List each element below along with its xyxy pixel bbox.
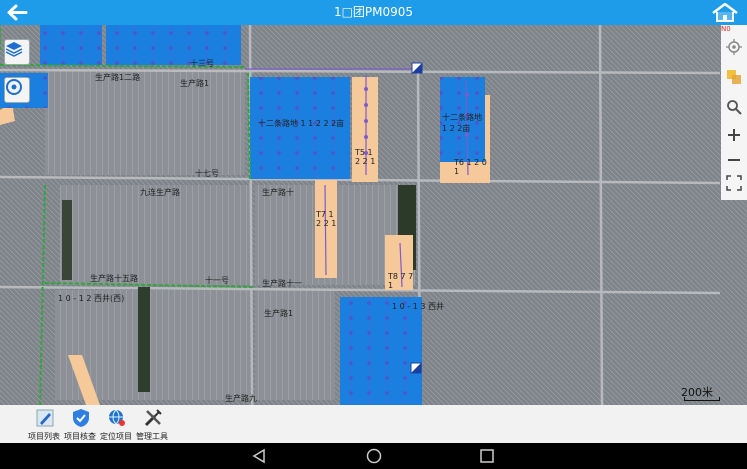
well-label: T6 1 2 0 1 xyxy=(454,158,487,176)
zoom-out-icon[interactable] xyxy=(724,150,744,170)
map-label: 生产路1 xyxy=(264,309,294,318)
field-label: 十二条路地 1 2 2亩 xyxy=(442,113,482,133)
map-label: 九连生产路 xyxy=(140,188,180,197)
management-tools-button[interactable]: 管理工具 xyxy=(134,407,170,443)
field-label: 十二条路地 1 1 2 2 2亩 xyxy=(258,119,345,128)
nav-recents-icon[interactable] xyxy=(478,447,496,465)
map-label: 生产路1二路 xyxy=(95,73,141,82)
nav-home-icon[interactable] xyxy=(365,447,383,465)
bottom-toolbar: 项目列表 项目核查 定位项目 管理工具 xyxy=(0,405,747,443)
map-view[interactable]: 生产路1二路 生产路1 十三号 十二条路地 1 1 2 2 2亩 十二条路地 1… xyxy=(0,25,747,405)
map-label: 生产路九 xyxy=(225,394,257,403)
pen-icon xyxy=(34,407,56,429)
project-check-button[interactable]: 项目核查 xyxy=(62,407,98,443)
map-label: 十三号 xyxy=(190,59,214,68)
well-label: T5 1 2 2 1 xyxy=(355,148,376,166)
top-bar: 1□团PM0905 xyxy=(0,0,747,25)
map-label: 生产路十一 xyxy=(262,279,302,288)
map-settings-button[interactable] xyxy=(4,77,30,103)
fullscreen-icon[interactable] xyxy=(724,173,744,193)
search-icon[interactable] xyxy=(724,97,744,117)
map-label: 1 0 - 1 2 西井(西) xyxy=(58,294,125,303)
tools-icon xyxy=(142,407,164,429)
project-list-button[interactable]: 项目列表 xyxy=(26,407,62,443)
shield-check-icon xyxy=(70,407,92,429)
zoom-in-icon[interactable] xyxy=(724,125,744,145)
well-label: T7 1 2 2 1 xyxy=(316,210,337,228)
system-nav-bar xyxy=(0,443,747,469)
well-label: T8 7 7 1 xyxy=(388,272,414,290)
layers-button[interactable] xyxy=(4,39,30,65)
page-title: 1□团PM0905 xyxy=(333,5,414,19)
north-badge: N0 xyxy=(721,25,731,33)
map-settings-icon xyxy=(6,79,22,95)
globe-locate-icon xyxy=(106,407,128,429)
map-label: 十一号 xyxy=(205,276,229,285)
locate-project-button[interactable]: 定位项目 xyxy=(98,407,134,443)
layers-icon xyxy=(5,42,23,57)
map-label: 生产路十五路 xyxy=(90,274,138,283)
home-icon[interactable] xyxy=(711,3,739,22)
map-side-toolbar xyxy=(721,25,747,200)
map-label: 生产路1 xyxy=(180,79,210,88)
map-label: 生产路十 xyxy=(262,188,294,197)
layers-icon[interactable] xyxy=(724,67,744,87)
nav-back-icon[interactable] xyxy=(250,447,268,465)
locate-icon[interactable] xyxy=(724,37,744,57)
scale-bar xyxy=(684,397,720,401)
map-label: 1 0 - 1 3 西井 xyxy=(392,302,444,311)
map-label: 十七号 xyxy=(195,169,219,178)
